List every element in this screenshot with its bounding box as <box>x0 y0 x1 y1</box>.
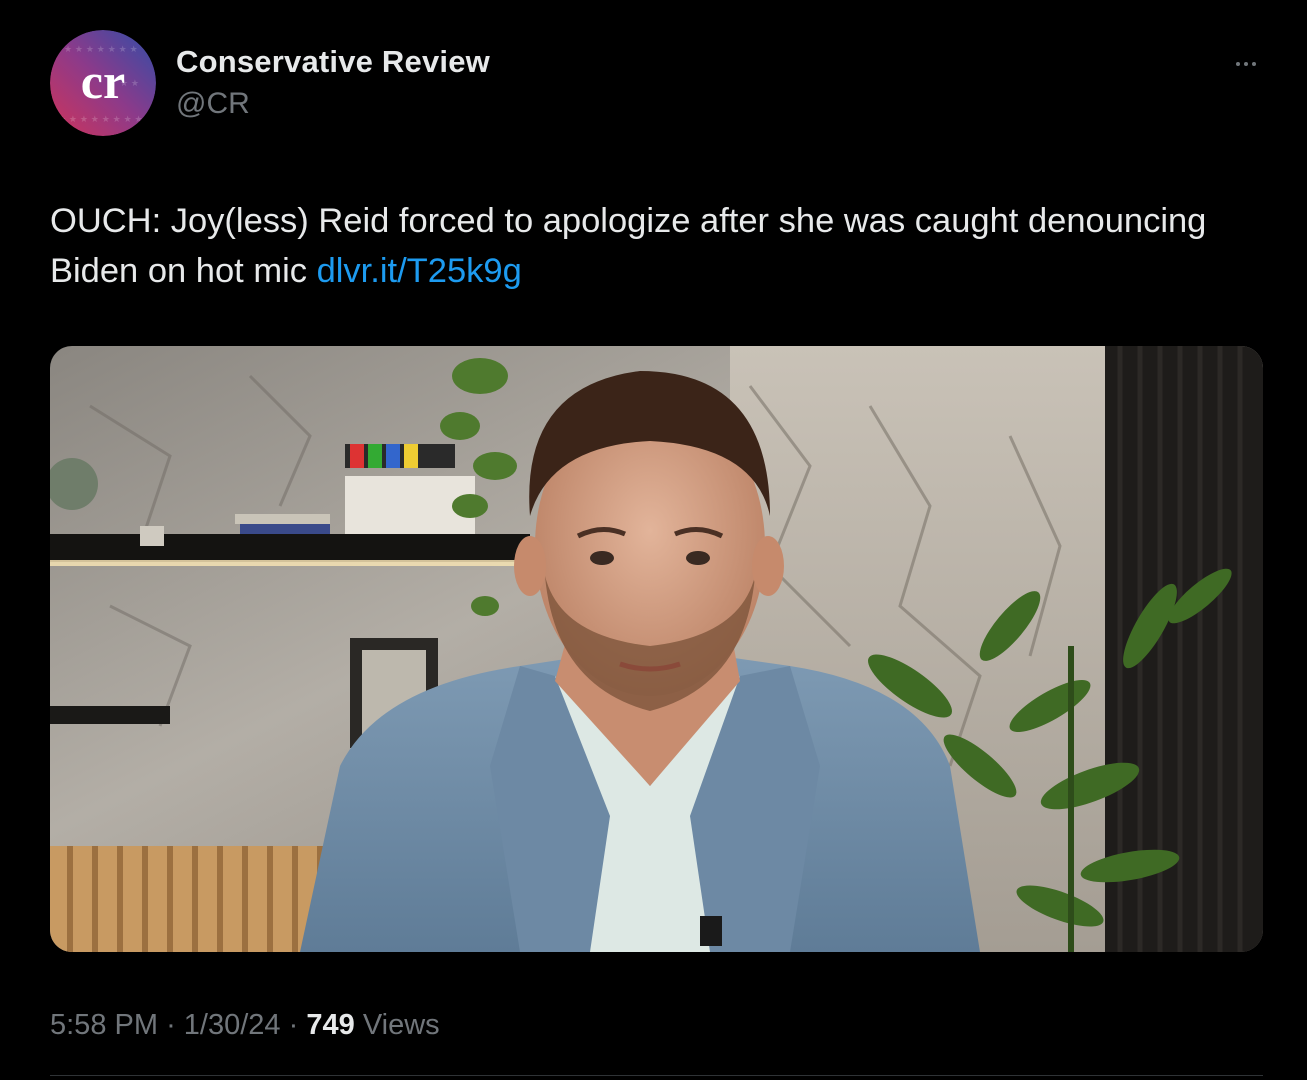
more-options-icon <box>1236 62 1240 66</box>
tweet-meta: 5:58 PM · 1/30/24 · 749 Views <box>50 1004 440 1046</box>
meta-separator: · <box>166 1009 176 1041</box>
tweet-link[interactable]: dlvr.it/T25k9g <box>317 252 522 290</box>
tweet-time[interactable]: 5:58 PM <box>50 1009 158 1041</box>
tweet-body: OUCH: Joy(less) Reid forced to apologize… <box>50 202 1207 290</box>
user-handle[interactable]: @CR <box>176 84 490 124</box>
more-options-button[interactable] <box>1226 50 1266 78</box>
tweet-date[interactable]: 1/30/24 <box>184 1009 281 1041</box>
display-name[interactable]: Conservative Review <box>176 42 490 82</box>
views-count[interactable]: 749 <box>306 1009 354 1041</box>
tweet-media-image[interactable] <box>50 346 1263 952</box>
cr-logo-icon: ★ ★ ★ ★ ★ ★ ★ ★ ★ ★ ★ ★ ★ ★ ★ ★ ★ cr <box>50 30 156 136</box>
svg-text:★ ★ ★ ★ ★ ★ ★ ★: ★ ★ ★ ★ ★ ★ ★ ★ <box>58 115 143 125</box>
tweet-text: OUCH: Joy(less) Reid forced to apologize… <box>50 196 1260 296</box>
author-info: Conservative Review @CR <box>176 42 490 124</box>
tweet: ★ ★ ★ ★ ★ ★ ★ ★ ★ ★ ★ ★ ★ ★ ★ ★ ★ cr Con… <box>0 0 1307 1080</box>
avatar[interactable]: ★ ★ ★ ★ ★ ★ ★ ★ ★ ★ ★ ★ ★ ★ ★ ★ ★ cr <box>50 30 156 136</box>
views-label: Views <box>362 1009 440 1041</box>
video-thumbnail <box>50 346 1263 952</box>
avatar-logo-text: cr <box>81 53 125 109</box>
meta-separator: · <box>288 1009 299 1041</box>
divider <box>50 1075 1263 1076</box>
